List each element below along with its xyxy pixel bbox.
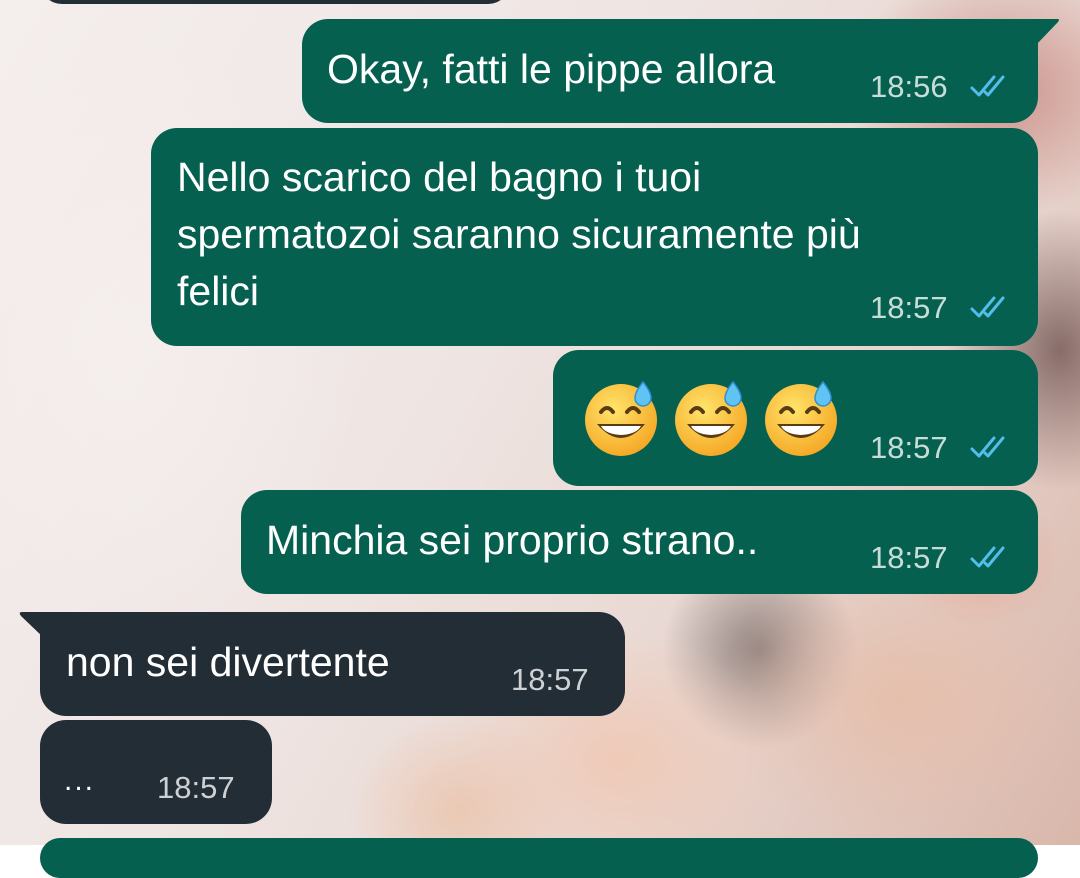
message-bubble-outgoing[interactable]: Okay, fatti le pippe allora 18:56 (302, 19, 1038, 123)
message-text: Okay, fatti le pippe allora (327, 46, 776, 92)
read-receipt-icon (970, 436, 1005, 458)
message-timestamp: 18:57 (870, 540, 948, 575)
read-receipt-icon (970, 546, 1005, 568)
message-timestamp: 18:56 (870, 69, 948, 104)
message-timestamp: 18:57 (870, 430, 948, 465)
message-text: ... (64, 764, 96, 797)
grinning-face-with-sweat-icon (765, 380, 837, 456)
message-text-line: felici (177, 268, 260, 314)
grinning-face-with-sweat-icon (675, 380, 747, 456)
partial-message-bubble-top[interactable] (40, 0, 510, 4)
grinning-face-with-sweat-icon (585, 380, 657, 456)
message-bubble-outgoing[interactable]: Nello scarico del bagno i tuoi spermatoz… (151, 128, 1038, 346)
message-bubble-incoming[interactable]: non sei divertente 18:57 (40, 612, 625, 716)
message-bubble-outgoing[interactable]: 18:57 (553, 350, 1038, 486)
read-receipt-icon (970, 75, 1005, 97)
message-timestamp: 18:57 (157, 770, 235, 805)
bubble-tail-icon (1036, 19, 1059, 45)
message-text-line: Nello scarico del bagno i tuoi (177, 154, 702, 200)
message-bubble-incoming[interactable]: ... 18:57 (40, 720, 272, 824)
message-text-line: spermatozoi saranno sicuramente più (177, 211, 861, 257)
read-receipt-icon (970, 296, 1005, 318)
partial-message-bubble-bottom[interactable] (40, 838, 1038, 878)
message-text: Minchia sei proprio strano.. (266, 517, 759, 563)
message-timestamp: 18:57 (511, 662, 589, 697)
message-timestamp: 18:57 (870, 290, 948, 325)
message-bubble-outgoing[interactable]: Minchia sei proprio strano.. 18:57 (241, 490, 1038, 594)
message-text: non sei divertente (66, 639, 390, 685)
